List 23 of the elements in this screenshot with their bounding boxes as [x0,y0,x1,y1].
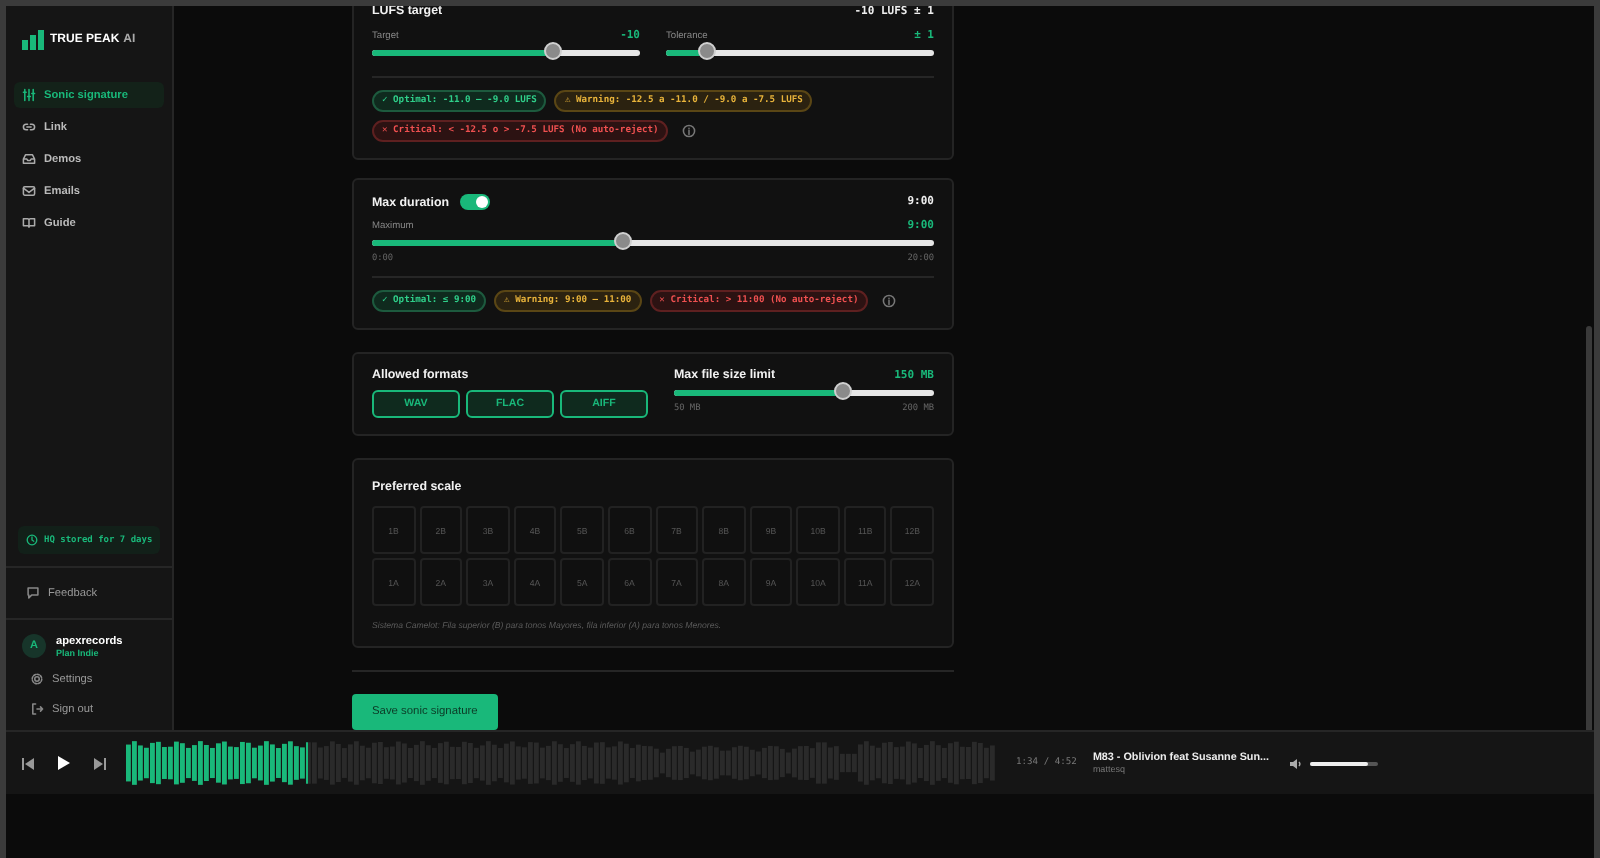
chat-bubble-icon [26,586,40,600]
sliders-icon [22,88,36,102]
slider-thumb[interactable] [614,232,633,250]
slider-thumb[interactable] [833,382,851,400]
sign-out-icon [30,702,44,716]
link-icon [22,120,36,134]
previous-track-icon[interactable] [22,757,34,769]
speaker-icon[interactable] [1290,757,1303,769]
toggle-switch[interactable] [459,194,490,210]
waveform-drawing[interactable] [126,740,996,786]
envelope-icon [22,184,36,198]
next-track-icon[interactable] [94,757,106,769]
inbox-icon [22,152,36,166]
gear-icon [30,672,44,686]
clock-icon [26,534,38,546]
play-icon[interactable] [58,756,70,770]
info-icon[interactable] [882,294,897,308]
info-icon[interactable] [682,124,697,138]
slider-thumb[interactable] [698,42,717,60]
logo-bars-icon [22,30,44,50]
scrollbar[interactable] [1586,326,1592,730]
slider-thumb[interactable] [544,42,563,60]
book-icon [22,216,36,230]
